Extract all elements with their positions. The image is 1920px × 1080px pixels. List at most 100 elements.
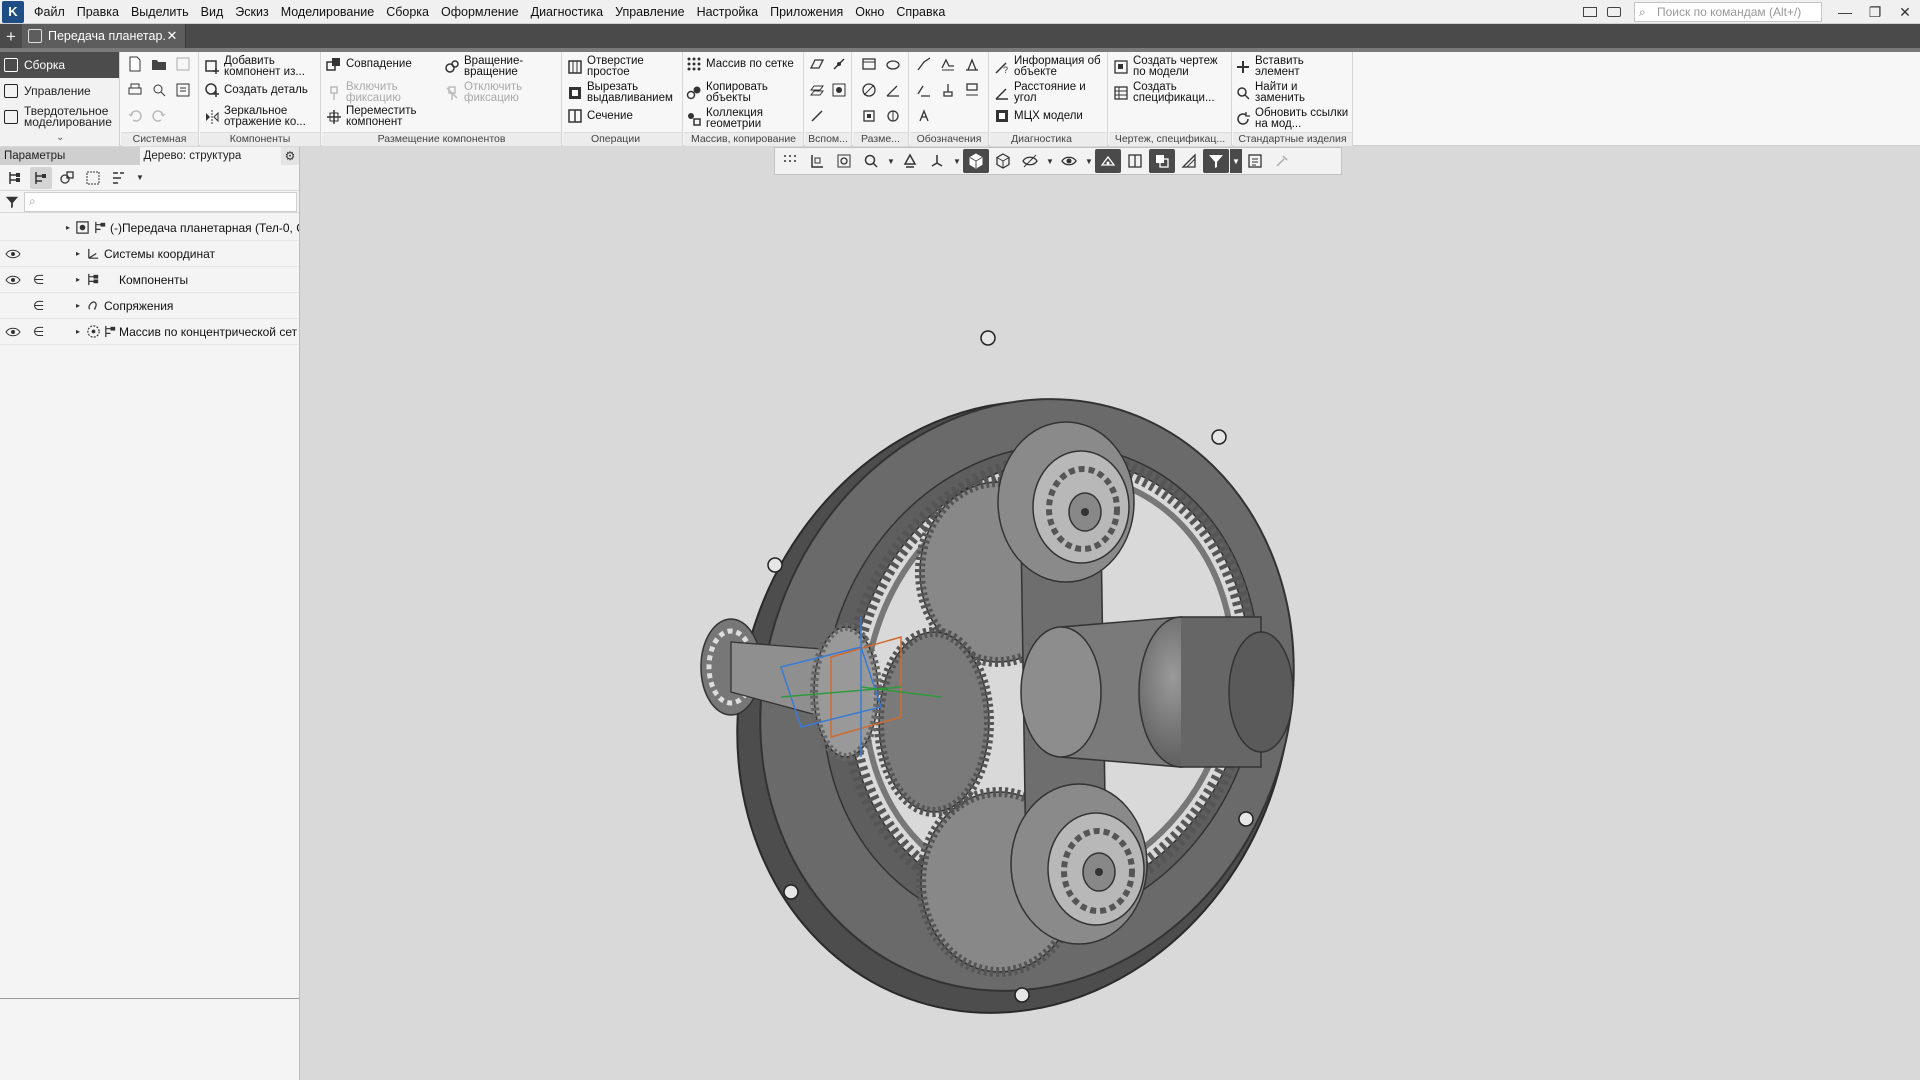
print-icon[interactable] [125,80,145,100]
weld-icon[interactable] [962,54,982,74]
menu-view[interactable]: Вид [195,0,230,24]
hole-simple-button[interactable]: Отверстие простое [567,55,681,77]
panel-layout-icon[interactable] [1578,0,1602,24]
app-logo-icon[interactable]: K [2,0,24,23]
expand-arrow-icon[interactable]: ▸ [66,223,70,232]
include-in-calc-icon[interactable]: ∈ [33,272,44,288]
properties-icon[interactable] [173,80,193,100]
menu-help[interactable]: Справка [890,0,951,24]
expand-arrow-icon[interactable]: ▸ [76,301,80,310]
menu-management[interactable]: Управление [609,0,691,24]
menu-window[interactable]: Окно [849,0,890,24]
document-tab[interactable]: Передача планетар... ✕ [22,24,186,48]
tree-row-coordinate-systems[interactable]: ▸ Системы координат [0,241,299,267]
tree-view-structure-icon[interactable] [4,167,26,189]
tree-row-mates[interactable]: ∈ ▸ Сопряжения [0,293,299,319]
expand-arrow-icon[interactable]: ▸ [76,327,80,336]
tab-parameters[interactable]: Параметры [0,147,140,165]
tree-row-root[interactable]: ▸ (-)Передача планетарная (Тел-0, С [0,215,299,241]
find-replace-button[interactable]: Найти и заменить [1235,81,1351,103]
menu-edit[interactable]: Правка [71,0,125,24]
point-icon[interactable] [829,80,849,100]
offset-plane-icon[interactable] [807,80,827,100]
visibility-eye-icon[interactable] [5,272,21,288]
distance-angle-button[interactable]: Расстояние и угол [994,81,1106,103]
geometry-collection-button[interactable]: Коллекция геометрии [686,107,804,129]
mirror-component-button[interactable]: Зеркальное отражение ко... [204,105,320,127]
insert-element-button[interactable]: Вставить элемент [1235,55,1351,77]
tree-row-components[interactable]: ∈ ▸ Компоненты [0,267,299,293]
linear-dimension-icon[interactable] [859,54,879,74]
leader-icon[interactable] [914,54,934,74]
copy-objects-button[interactable]: Копировать объекты [686,81,804,103]
angular-dimension-icon[interactable] [883,80,903,100]
tab-close-icon[interactable]: ✕ [165,28,179,44]
object-info-button[interactable]: ? Информация об объекте [994,55,1106,77]
enable-fix-button[interactable]: Включить фиксацию [326,81,436,103]
open-folder-icon[interactable] [149,54,169,74]
new-document-tab-button[interactable]: + [0,26,22,48]
cut-extrude-button[interactable]: Вырезать выдавливанием [567,81,681,103]
menu-sketch[interactable]: Эскиз [229,0,274,24]
chevron-down-icon[interactable]: ▼ [134,166,146,190]
expand-arrow-icon[interactable]: ▸ [76,275,80,284]
close-icon[interactable]: ✕ [1890,0,1920,24]
base-icon[interactable] [938,80,958,100]
tree-view-hierarchy-icon[interactable] [30,166,52,189]
planetary-gear-model[interactable] [301,147,1920,1080]
axis-icon[interactable] [829,54,849,74]
chevron-down-icon[interactable]: ⌄ [56,132,64,143]
menu-design[interactable]: Оформление [435,0,525,24]
mode-solid[interactable]: Твердотельное моделирование [0,104,119,130]
update-links-button[interactable]: Обновить ссылки на мод... [1235,107,1351,129]
menu-diagnostics[interactable]: Диагностика [525,0,609,24]
diameter-icon[interactable] [859,80,879,100]
menu-modeling[interactable]: Моделирование [275,0,381,24]
create-spec-button[interactable]: Создать спецификаци... [1113,81,1231,103]
restore-icon[interactable]: ❐ [1860,0,1890,24]
include-in-calc-icon[interactable]: ∈ [33,298,44,314]
gear-icon[interactable]: ⚙ [281,147,299,165]
command-search-input[interactable]: ⌕ Поиск по командам (Alt+/) [1634,2,1822,22]
grid-array-button[interactable]: Массив по сетке [686,56,804,72]
3d-viewport[interactable]: ▼ ▼ ▼ ▼ ▼ [301,147,1920,1080]
minimize-icon[interactable]: — [1830,0,1860,24]
save-icon[interactable] [173,54,193,74]
tree-select-icon[interactable] [82,167,104,189]
tab-tree-structure[interactable]: Дерево: структура [139,147,282,165]
tree-filter-options-icon[interactable] [108,167,130,189]
filter-icon[interactable] [0,195,24,209]
visibility-eye-icon[interactable] [5,246,21,262]
section-button[interactable]: Сечение [567,108,681,124]
new-file-icon[interactable] [125,54,145,74]
include-in-calc-icon[interactable]: ∈ [33,324,44,340]
menu-assembly[interactable]: Сборка [380,0,435,24]
plane-icon[interactable] [807,54,827,74]
add-component-button[interactable]: Добавить компонент из... [204,55,320,77]
dimension-settings-icon[interactable] [883,106,903,126]
screen-layout-icon[interactable] [1602,0,1626,24]
menu-apps[interactable]: Приложения [764,0,849,24]
preview-icon[interactable] [149,80,169,100]
create-part-button[interactable]: Создать деталь [204,82,320,98]
line-icon[interactable] [807,106,827,126]
mode-assembly[interactable]: Сборка [0,52,119,78]
tree-view-components-icon[interactable] [56,167,78,189]
menu-settings[interactable]: Настройка [691,0,765,24]
visibility-eye-icon[interactable] [5,324,21,340]
undo-icon[interactable] [125,106,145,126]
menu-file[interactable]: Файл [28,0,71,24]
move-component-button[interactable]: Переместить компонент [326,105,436,127]
auto-dimension-icon[interactable] [859,106,879,126]
expand-arrow-icon[interactable]: ▸ [76,249,80,258]
tree-search-input[interactable]: ⌕ [24,191,297,212]
coincidence-button[interactable]: Совпадение [326,56,412,72]
menu-select[interactable]: Выделить [125,0,195,24]
radial-dimension-icon[interactable] [883,54,903,74]
redo-icon[interactable] [149,106,169,126]
create-drawing-button[interactable]: Создать чертеж по модели [1113,55,1231,77]
marking-icon[interactable] [962,80,982,100]
mode-management[interactable]: Управление [0,78,119,104]
rotation-button[interactable]: Вращение-вращение [444,55,560,77]
disable-fix-button[interactable]: Отключить фиксацию [444,81,560,103]
